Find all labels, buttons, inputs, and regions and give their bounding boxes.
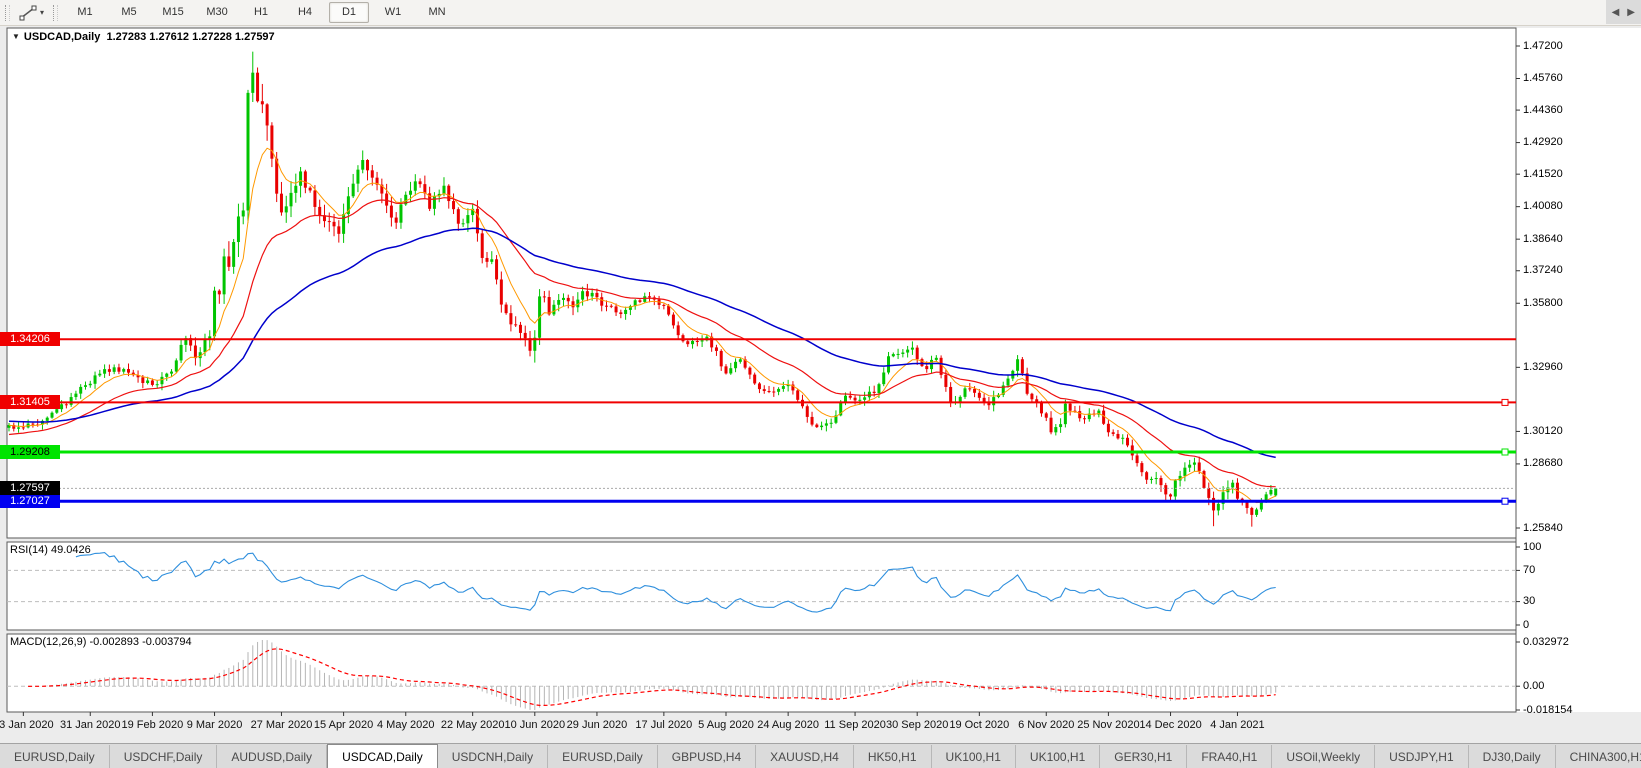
symbol-tab-eurusd-daily[interactable]: EURUSD,Daily <box>548 745 658 768</box>
timeframe-button-h1[interactable]: H1 <box>241 2 281 23</box>
line-tool-icon <box>19 5 37 21</box>
date-axis-label: 11 Sep 2020 <box>824 719 886 731</box>
price-axis-tick: 1.32960 <box>1523 360 1563 373</box>
symbol-tab-ger30-h1[interactable]: GER30,H1 <box>1100 745 1188 768</box>
date-axis-label: 15 Apr 2020 <box>313 719 374 731</box>
symbol-tab-dj30-daily[interactable]: DJ30,Daily <box>1469 745 1556 768</box>
toolbar-grip[interactable] <box>5 4 10 21</box>
tab-scroll-right-button[interactable]: ▶ <box>1627 7 1635 18</box>
symbol-tab-eurusd-daily[interactable]: EURUSD,Daily <box>0 745 110 768</box>
price-axis-tick: 1.40080 <box>1523 200 1563 213</box>
hline-price-tag-1.27027: 1.27027 <box>0 494 60 509</box>
date-axis-label: 30 Sep 2020 <box>885 719 949 731</box>
date-axis-label: 4 Jan 2021 <box>1210 719 1265 731</box>
price-axis-tick: 1.37240 <box>1523 264 1563 277</box>
date-axis-label: 19 Oct 2020 <box>949 719 1010 731</box>
date-axis-label: 4 May 2020 <box>376 719 435 731</box>
timeframe-button-mn[interactable]: MN <box>417 2 457 23</box>
date-axis-label: 14 Dec 2020 <box>1139 719 1202 731</box>
date-axis-label: 27 Mar 2020 <box>250 719 313 731</box>
price-axis-tick: 1.42920 <box>1523 136 1563 149</box>
symbol-tab-fra40-h1[interactable]: FRA40,H1 <box>1187 745 1273 768</box>
price-axis-tick: 1.45760 <box>1523 71 1563 84</box>
date-axis-label: 5 Aug 2020 <box>698 719 754 731</box>
date-axis-label: 22 May 2020 <box>440 719 505 731</box>
hline-price-tag-1.34206: 1.34206 <box>0 332 60 347</box>
symbol-tab-china300-h1[interactable]: CHINA300,H1 <box>1556 745 1641 768</box>
chart-symbol-label: USDCAD,Daily <box>23 31 101 43</box>
timeframe-button-m15[interactable]: M15 <box>153 2 193 23</box>
symbol-tab-usdchf-daily[interactable]: USDCHF,Daily <box>110 745 218 768</box>
timeframe-button-d1[interactable]: D1 <box>329 2 370 23</box>
rsi-axis-tick: 30 <box>1523 595 1536 608</box>
price-axis-tick: 1.25840 <box>1523 521 1563 534</box>
date-axis-label: 13 Jan 2020 <box>0 719 54 731</box>
date-axis-label: 17 Jul 2020 <box>635 719 693 731</box>
tab-scroll-left-button[interactable]: ◀ <box>1612 7 1620 18</box>
price-axis-tick: 1.44360 <box>1523 103 1563 116</box>
timeframe-button-m30[interactable]: M30 <box>197 2 237 23</box>
date-axis-label: 24 Aug 2020 <box>757 719 820 731</box>
price-axis-tick: 1.38640 <box>1523 232 1563 245</box>
date-axis-label: 31 Jan 2020 <box>59 719 121 731</box>
rsi-axis-tick: 0 <box>1523 618 1530 631</box>
timeframe-button-m1[interactable]: M1 <box>65 2 105 23</box>
timeframe-button-h4[interactable]: H4 <box>285 2 325 23</box>
timeframe-button-w1[interactable]: W1 <box>373 2 413 23</box>
date-axis-label: 6 Nov 2020 <box>1018 719 1075 731</box>
hline-price-tag-1.31405: 1.31405 <box>0 395 60 410</box>
symbol-tab-usdcad-daily[interactable]: USDCAD,Daily <box>327 744 438 768</box>
macd-axis-tick: 0.032972 <box>1523 635 1569 648</box>
symbol-tab-usoil-weekly[interactable]: USOil,Weekly <box>1272 745 1376 768</box>
rsi-axis-tick: 100 <box>1523 540 1542 553</box>
chart-ohlc-values: 1.27283 1.27612 1.27228 1.27597 <box>106 31 275 43</box>
date-axis-label: 19 Feb 2020 <box>121 719 184 731</box>
toolbar-grip[interactable] <box>53 4 59 21</box>
macd-axis-tick: 0.00 <box>1523 679 1545 692</box>
timeframe-button-m5[interactable]: M5 <box>109 2 149 23</box>
line-tool-button[interactable]: ▾ <box>15 2 48 24</box>
chart-canvas[interactable] <box>0 0 1641 768</box>
price-axis-tick: 1.30120 <box>1523 424 1563 437</box>
price-axis-tick: 1.41520 <box>1523 167 1563 180</box>
chart-title: ▼ USDCAD,Daily 1.27283 1.27612 1.27228 1.… <box>12 31 275 43</box>
current-price-tag: 1.27597 <box>0 481 60 496</box>
symbol-tab-hk50-h1[interactable]: HK50,H1 <box>854 745 932 768</box>
symbol-tab-gbpusd-h4[interactable]: GBPUSD,H4 <box>658 745 757 768</box>
date-axis-label: 29 Jun 2020 <box>566 719 628 731</box>
price-axis-tick: 1.35800 <box>1523 296 1563 309</box>
symbol-tab-audusd-daily[interactable]: AUDUSD,Daily <box>217 745 328 768</box>
date-axis-label: 9 Mar 2020 <box>186 719 243 731</box>
hline-price-tag-1.29208: 1.29208 <box>0 444 60 459</box>
symbol-tab-usdcnh-daily[interactable]: USDCNH,Daily <box>438 745 549 768</box>
price-axis-tick: 1.47200 <box>1523 39 1563 52</box>
date-axis-label: 10 Jun 2020 <box>504 719 566 731</box>
symbol-tab-bar: EURUSD,Daily USDCHF,Daily AUDUSD,Daily USDC… <box>0 743 1641 768</box>
price-axis-tick: 1.28680 <box>1523 457 1563 470</box>
top-toolbar: ▾ M1 M5 M15 M30 H1 H4 D1 W1 MN <box>0 0 1641 26</box>
collapse-triangle-icon[interactable]: ▼ <box>12 32 20 41</box>
macd-indicator-label: MACD(12,26,9) -0.002893 -0.003794 <box>10 636 192 648</box>
rsi-indicator-label: RSI(14) 49.0426 <box>10 544 91 556</box>
date-axis-label: 25 Nov 2020 <box>1077 719 1140 731</box>
symbol-tab-uk100-h1[interactable]: UK100,H1 <box>1016 745 1101 768</box>
symbol-tab-xauusd-h4[interactable]: XAUUSD,H4 <box>756 745 854 768</box>
rsi-axis-tick: 70 <box>1523 563 1536 576</box>
symbol-tab-uk100-h1[interactable]: UK100,H1 <box>932 745 1016 768</box>
macd-axis-tick: -0.018154 <box>1523 703 1573 716</box>
chevron-down-icon[interactable]: ▾ <box>40 8 44 17</box>
symbol-tab-usdjpy-h1[interactable]: USDJPY,H1 <box>1375 745 1469 768</box>
